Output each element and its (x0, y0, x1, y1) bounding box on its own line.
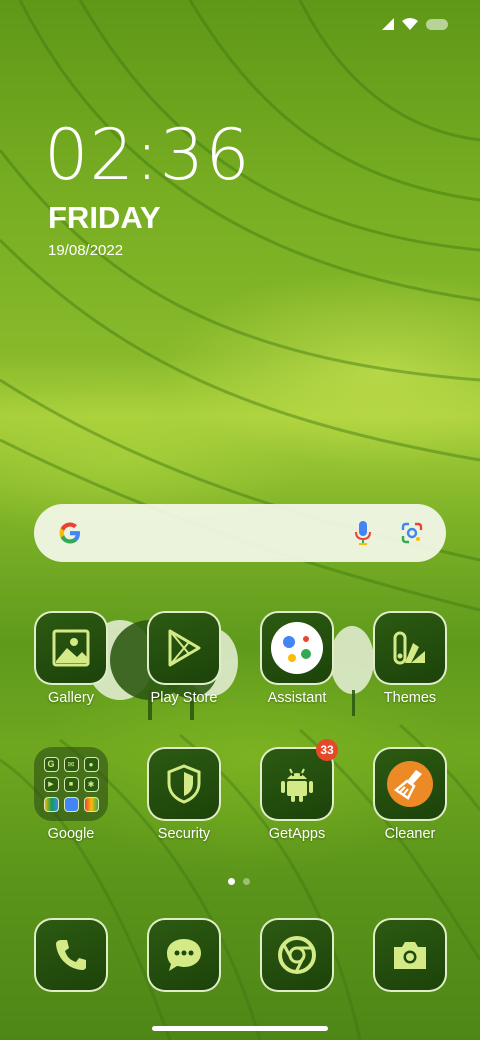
gallery-icon (52, 629, 90, 667)
cleaner-tile[interactable] (373, 747, 447, 821)
broom-icon (387, 761, 433, 807)
mini-gmail-icon: ✉ (63, 756, 79, 772)
mini-google-icon: G (43, 756, 59, 772)
mic-icon[interactable] (354, 520, 372, 546)
shield-icon (167, 764, 201, 804)
dock-chrome[interactable] (247, 918, 347, 992)
app-label: Themes (383, 690, 437, 706)
play-store-icon (168, 629, 201, 667)
phone-icon (56, 940, 86, 970)
app-label: Security (157, 826, 211, 842)
messages-icon (167, 939, 201, 971)
app-cleaner[interactable]: Cleaner (360, 747, 460, 842)
notification-badge: 33 (316, 739, 338, 761)
clock-day: FRIDAY (48, 200, 161, 235)
app-play-store[interactable]: Play Store (134, 611, 234, 706)
chrome-icon (278, 936, 316, 974)
assistant-tile[interactable] (260, 611, 334, 685)
assistant-icon (271, 622, 323, 674)
chrome-tile[interactable] (260, 918, 334, 992)
app-security[interactable]: Security (134, 747, 234, 842)
app-label: GetApps (268, 826, 326, 842)
app-label: Gallery (48, 690, 94, 706)
play-store-tile[interactable] (147, 611, 221, 685)
app-assistant[interactable]: Assistant (247, 611, 347, 706)
status-bar (382, 18, 448, 30)
app-label: Google (47, 826, 95, 842)
home-gesture-bar[interactable] (152, 1026, 328, 1031)
mini-podcasts-icon (83, 796, 99, 812)
app-gallery[interactable]: Gallery (21, 611, 121, 706)
mini-photos-icon: ✱ (83, 776, 99, 792)
app-label: Play Store (150, 690, 218, 706)
dock-camera[interactable] (360, 918, 460, 992)
security-tile[interactable] (147, 747, 221, 821)
messages-tile[interactable] (147, 918, 221, 992)
clock-time[interactable]: 02:36 (44, 114, 251, 196)
themes-icon (393, 631, 425, 665)
page-dot (243, 878, 250, 885)
phone-tile[interactable] (34, 918, 108, 992)
app-label: Cleaner (384, 826, 436, 842)
getapps-tile[interactable]: 33 (260, 739, 338, 821)
lens-icon[interactable] (400, 521, 424, 545)
dock-phone[interactable] (21, 918, 121, 992)
app-label: Assistant (267, 690, 327, 706)
battery-icon (426, 18, 448, 30)
themes-tile[interactable] (373, 611, 447, 685)
google-search-bar[interactable] (34, 504, 446, 562)
app-getapps[interactable]: 33 GetApps (247, 739, 347, 842)
folder-google[interactable]: G ✉ ● ▶ ■ ✱ Google (21, 747, 121, 842)
mini-maps-icon: ● (83, 756, 99, 772)
mini-duo-icon (43, 796, 59, 812)
app-themes[interactable]: Themes (360, 611, 460, 706)
google-g-icon (59, 522, 80, 544)
gallery-tile[interactable] (34, 611, 108, 685)
dock-messages[interactable] (134, 918, 234, 992)
camera-tile[interactable] (373, 918, 447, 992)
signal-icon (382, 18, 394, 30)
page-dot-active (228, 878, 235, 885)
camera-icon (394, 942, 426, 969)
wifi-icon (402, 18, 418, 30)
mini-youtube-icon: ▶ (43, 776, 59, 792)
clock-date: 19/08/2022 (48, 242, 124, 259)
android-icon (281, 768, 313, 802)
folder-tile[interactable]: G ✉ ● ▶ ■ ✱ (34, 747, 108, 821)
mini-files-icon (63, 796, 79, 812)
page-indicator (228, 878, 250, 885)
mini-meet-icon: ■ (63, 776, 79, 792)
